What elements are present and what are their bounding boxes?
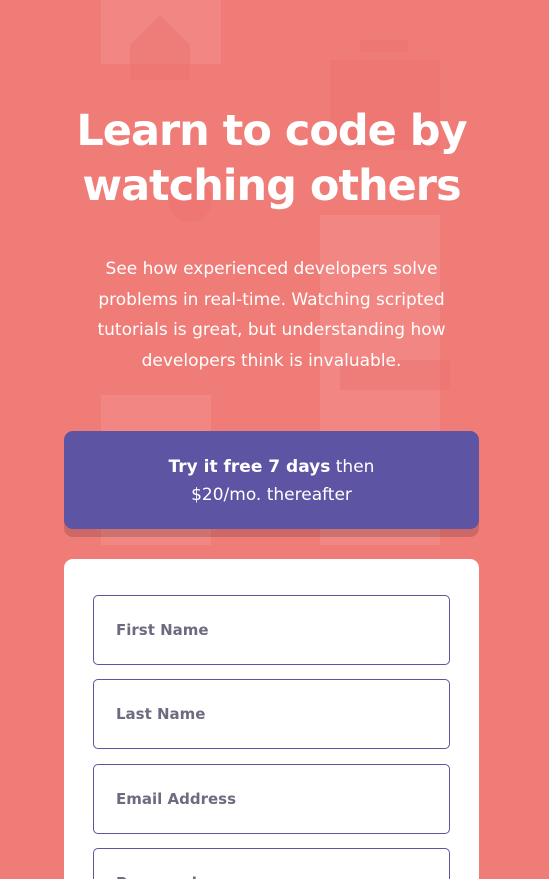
promo-price-text: $20/mo. thereafter [191,485,352,505]
promo-bold-text: Try it free 7 days [168,457,331,477]
email-input[interactable] [93,764,450,834]
hero: Learn to code by watching others See how… [64,104,479,376]
signup-form-card [64,559,479,879]
password-input[interactable] [93,848,450,879]
first-name-input[interactable] [93,595,450,665]
promo-banner: Try it free 7 days then $20/mo. thereaft… [64,431,479,529]
promo-rest-text: then [330,457,375,477]
hero-title: Learn to code by watching others [76,106,467,211]
hero-description: See how experienced developers solve pro… [97,259,446,371]
last-name-input[interactable] [93,679,450,749]
